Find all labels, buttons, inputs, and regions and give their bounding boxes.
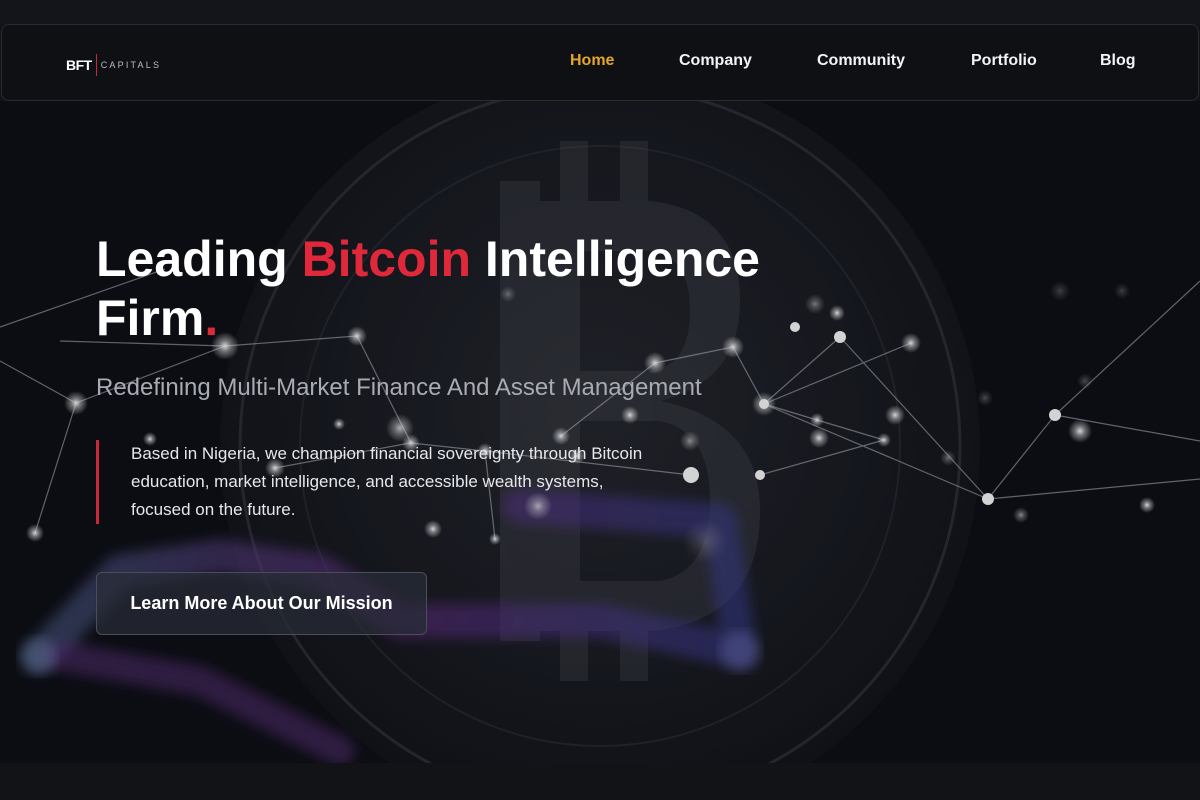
hero-subheadline: Redefining Multi-Market Finance And Asse… (96, 374, 702, 401)
headline-part1: Leading (96, 231, 302, 287)
nav-item-company[interactable]: Company (679, 52, 752, 70)
top-strip (0, 0, 1200, 24)
hero-headline: Leading Bitcoin Intelligence Firm. (96, 230, 796, 348)
hero-description-block: Based in Nigeria, we champion financial … (96, 440, 656, 524)
headline-dot: . (204, 290, 219, 346)
headline-highlight: Bitcoin (301, 231, 472, 287)
page-bottom-bar (0, 763, 1200, 800)
nav-item-community[interactable]: Community (817, 52, 905, 70)
logo-text: CAPITALS (100, 60, 162, 70)
logo-mark: BFT (66, 57, 92, 73)
nav-item-portfolio[interactable]: Portfolio (971, 52, 1037, 70)
nav-item-blog[interactable]: Blog (1100, 52, 1136, 70)
bitcoin-network-background-image (0, 101, 1200, 763)
logo[interactable]: BFT CAPITALS (66, 54, 161, 76)
nav-item-home[interactable]: Home (570, 52, 614, 70)
hero-description: Based in Nigeria, we champion financial … (131, 444, 643, 519)
description-accent-bar (96, 440, 99, 524)
learn-more-mission-button[interactable]: Learn More About Our Mission (96, 572, 427, 635)
hero-section (0, 101, 1200, 763)
logo-separator (95, 54, 97, 76)
